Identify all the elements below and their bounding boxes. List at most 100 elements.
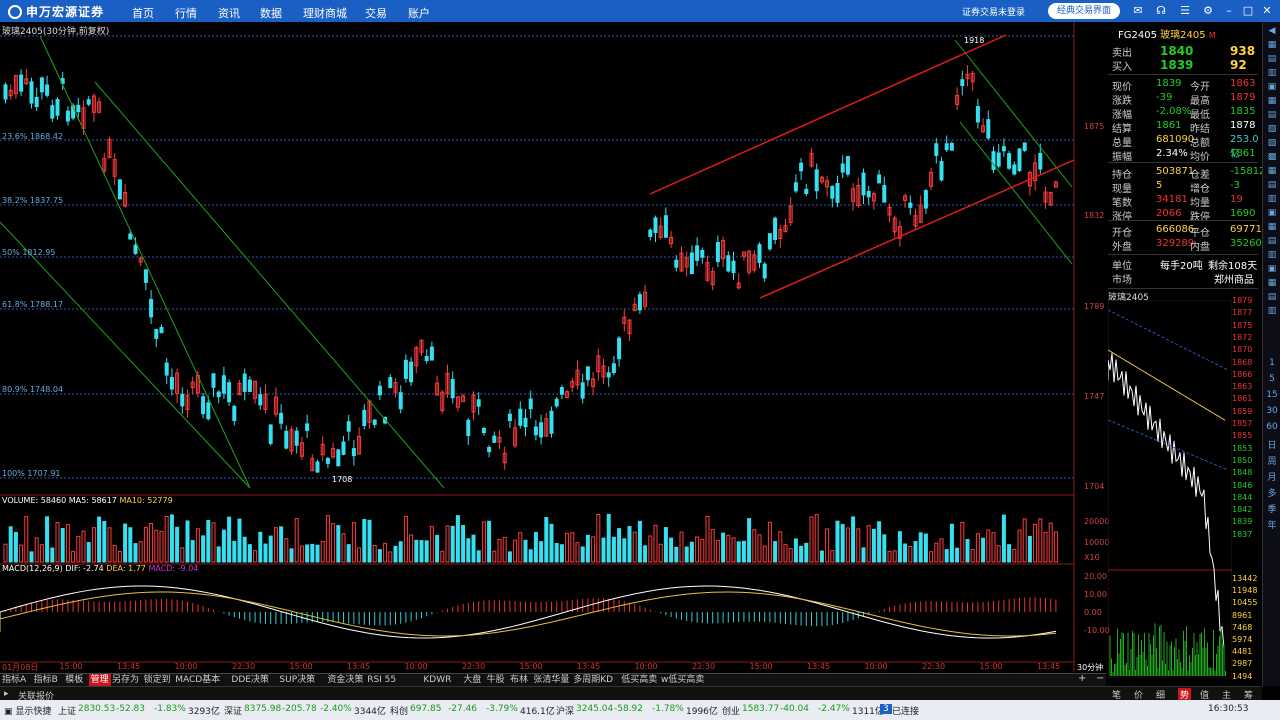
indicator-tab[interactable]: 张清华量	[533, 674, 569, 686]
indicator-tab[interactable]: w低买高卖	[661, 674, 704, 686]
mini-price-tick: 1870	[1232, 345, 1253, 355]
classic-trade-button[interactable]: 经典交易界面	[1048, 3, 1120, 19]
index-name[interactable]: 深证	[224, 704, 242, 717]
zoom-out-icon[interactable]: −	[1096, 673, 1104, 684]
nav-quotes[interactable]: 行情	[175, 5, 197, 21]
index-amount: 3344亿	[354, 707, 386, 717]
time-tick: 10:00	[864, 662, 888, 671]
candle-body	[86, 99, 91, 105]
period-button[interactable]: 30	[1263, 406, 1280, 416]
expand-icon[interactable]: ▸	[4, 689, 9, 699]
period-button[interactable]: 日	[1263, 438, 1280, 451]
menu-icon[interactable]: ☰	[1178, 4, 1192, 18]
sidebar-tool-icon[interactable]: ▣	[1263, 208, 1280, 218]
sidebar-tool-icon[interactable]: ▤	[1263, 292, 1280, 302]
nav-trade[interactable]: 交易	[365, 5, 387, 21]
login-status[interactable]: 证券交易未登录	[962, 5, 1025, 18]
show-shortcut[interactable]: ▣ 显示快捷	[4, 704, 51, 717]
nav-account[interactable]: 账户	[408, 5, 430, 21]
indicator-tab[interactable]: MACD基本	[175, 674, 220, 686]
nav-wealth-mall[interactable]: 理财商城	[303, 5, 347, 21]
indicator-tab[interactable]: 低买高卖	[621, 674, 657, 686]
indicator-tab[interactable]: 多周期KD	[573, 674, 613, 686]
period-button[interactable]: 周	[1263, 454, 1280, 467]
volume-bar	[351, 522, 356, 563]
sidebar-tool-icon[interactable]: ▦	[1263, 222, 1280, 232]
sidebar-tool-icon[interactable]: ▨	[1263, 138, 1280, 148]
volume-bar	[3, 543, 8, 563]
period-button[interactable]: 季	[1263, 502, 1280, 515]
gear-icon[interactable]: ⚙	[1201, 4, 1215, 18]
index-name[interactable]: 沪深	[556, 704, 574, 717]
sidebar-tool-icon[interactable]: ▥	[1263, 194, 1280, 204]
sidebar-tool-icon[interactable]: ▥	[1263, 306, 1280, 316]
period-button[interactable]: 15	[1263, 390, 1280, 400]
headset-icon[interactable]: ☊	[1154, 4, 1168, 18]
indicator-tab[interactable]: 锁定到	[144, 674, 171, 686]
period-button[interactable]: 60	[1263, 422, 1280, 432]
nav-news[interactable]: 资讯	[218, 5, 240, 21]
nav-data[interactable]: 数据	[260, 5, 282, 21]
indicator-tab[interactable]: 管理	[88, 674, 111, 686]
candle-body	[154, 329, 159, 339]
indicator-tab[interactable]: KDWR	[423, 674, 451, 686]
message-icon[interactable]: ✉	[1131, 4, 1145, 18]
sidebar-tool-icon[interactable]: ▦	[1263, 40, 1280, 50]
period-button[interactable]: 5	[1263, 374, 1280, 384]
close-icon[interactable]: ✕	[1260, 4, 1274, 18]
sidebar-tool-icon[interactable]: ▣	[1263, 264, 1280, 274]
period-button[interactable]: 月	[1263, 470, 1280, 483]
sidebar-tool-icon[interactable]: ▦	[1263, 278, 1280, 288]
volume-tick: 20000	[1084, 517, 1110, 526]
period-button[interactable]: 年	[1263, 518, 1280, 531]
trendline	[959, 121, 1073, 265]
nav-home[interactable]: 首页	[132, 5, 154, 21]
indicator-tab[interactable]: DDE决策	[231, 674, 269, 686]
indicator-tab[interactable]: 资金决策	[327, 674, 363, 686]
volume-bar	[559, 544, 564, 563]
index-name[interactable]: 科创	[390, 704, 408, 717]
volume-bar	[201, 535, 206, 563]
indicator-tab[interactable]: 另存为	[112, 674, 139, 686]
sidebar-tool-icon[interactable]: ▤	[1263, 54, 1280, 64]
candle-body	[159, 326, 164, 334]
sidebar-tool-icon[interactable]: ▤	[1263, 110, 1280, 120]
indicator-tab[interactable]: 大盘	[463, 674, 481, 686]
sidebar-tool-icon[interactable]: ▦	[1263, 166, 1280, 176]
period-button[interactable]: 多	[1263, 486, 1280, 499]
mini-intraday-chart[interactable]	[1108, 300, 1232, 678]
volume-bar	[653, 524, 658, 563]
indicator-tab[interactable]: SUP决策	[279, 674, 315, 686]
maximize-icon[interactable]: □	[1241, 4, 1255, 18]
kline-chart[interactable]	[0, 22, 1108, 672]
zoom-in-icon[interactable]: +	[1078, 673, 1086, 684]
sidebar-tool-icon[interactable]: ▤	[1263, 180, 1280, 190]
candle-body	[1038, 152, 1043, 170]
minimize-icon[interactable]: –	[1222, 4, 1236, 18]
indicator-tab[interactable]: 牛股	[487, 674, 505, 686]
sidebar-tool-icon[interactable]: ▩	[1263, 152, 1280, 162]
candle-body	[3, 84, 8, 100]
sidebar-tool-icon[interactable]: ◀	[1263, 26, 1280, 36]
sidebar-tool-icon[interactable]: ▥	[1263, 68, 1280, 78]
sidebar-tool-icon[interactable]: ▥	[1263, 250, 1280, 260]
indicator-tab[interactable]: 模板	[65, 674, 83, 686]
candle-body	[580, 382, 585, 399]
sidebar-tool-icon[interactable]: ▤	[1263, 236, 1280, 246]
indicator-tab[interactable]: 指标B	[34, 674, 58, 686]
indicator-tab[interactable]: 布林	[510, 674, 528, 686]
index-name[interactable]: 创业	[722, 704, 740, 717]
volume-bar	[908, 545, 913, 563]
candle-body	[315, 461, 320, 473]
indicator-tab[interactable]: 指标A	[2, 674, 26, 686]
quote-label: 最高	[1190, 96, 1210, 107]
volume-bar	[996, 545, 1001, 563]
sidebar-tool-icon[interactable]: ▣	[1263, 82, 1280, 92]
sidebar-tool-icon[interactable]: ▧	[1263, 124, 1280, 134]
indicator-tab[interactable]: RSI 55	[367, 674, 396, 686]
period-button[interactable]: 1	[1263, 358, 1280, 368]
divider	[1108, 74, 1258, 75]
sidebar-tool-icon[interactable]: ▦	[1263, 96, 1280, 106]
index-name[interactable]: 上证	[58, 704, 76, 717]
volume-tick: 10000	[1084, 538, 1110, 547]
